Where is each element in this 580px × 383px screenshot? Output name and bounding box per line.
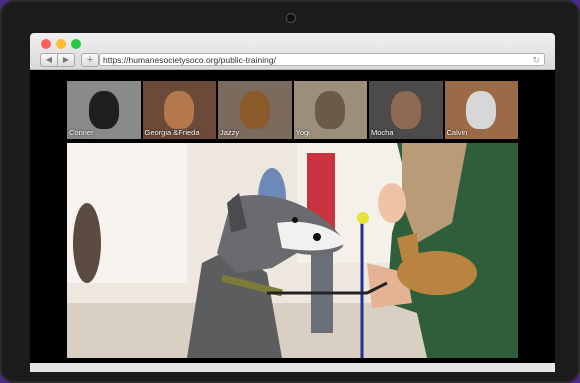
dog-photo [466,91,497,129]
dog-thumbnail[interactable]: Mocha [369,81,443,139]
laptop-frame: ◀ ▶ + https://humanesocietysoco.org/publ… [0,0,580,383]
plus-icon: + [86,54,94,66]
zoom-window-button[interactable] [71,39,81,49]
dog-thumbnail[interactable]: Yogi [293,81,367,139]
camera-icon [286,13,296,23]
dog-photo [315,91,346,129]
url-text: https://humanesocietysoco.org/public-tra… [103,55,276,65]
page-footer-strip [30,363,555,372]
reload-icon[interactable]: ↻ [532,54,540,67]
dog-name-label: Calvin [446,128,468,137]
minimize-window-button[interactable] [56,39,66,49]
dog-thumbnail-strip: Conner Georgia &Frieda Jazzy Yogi Mocha … [67,81,518,139]
dog-name-label: Mocha [371,128,394,137]
close-window-button[interactable] [41,39,51,49]
dog-thumbnail[interactable]: Conner [67,81,141,139]
training-scene-image [67,143,518,358]
browser-toolbar: ◀ ▶ + https://humanesocietysoco.org/publ… [30,33,555,70]
dog-thumbnail[interactable]: Calvin [444,81,518,139]
dog-photo [239,91,270,129]
dog-name-label: Jazzy [220,128,240,137]
dog-photo [390,91,421,129]
dog-name-label: Georgia &Frieda [144,128,200,137]
forward-arrow-icon: ▶ [62,55,70,64]
hero-training-photo [67,143,518,358]
address-bar[interactable]: https://humanesocietysoco.org/public-tra… [99,53,545,66]
dog-photo [88,91,119,129]
dog-thumbnail[interactable]: Jazzy [218,81,292,139]
forward-button[interactable]: ▶ [57,53,75,67]
dog-photo [164,91,195,129]
dog-name-label: Yogi [295,128,310,137]
browser-window: ◀ ▶ + https://humanesocietysoco.org/publ… [30,33,555,372]
dog-thumbnail[interactable]: Georgia &Frieda [142,81,216,139]
back-button[interactable]: ◀ [40,53,58,67]
back-arrow-icon: ◀ [45,55,53,64]
dog-name-label: Conner [69,128,94,137]
new-tab-button[interactable]: + [81,53,99,67]
